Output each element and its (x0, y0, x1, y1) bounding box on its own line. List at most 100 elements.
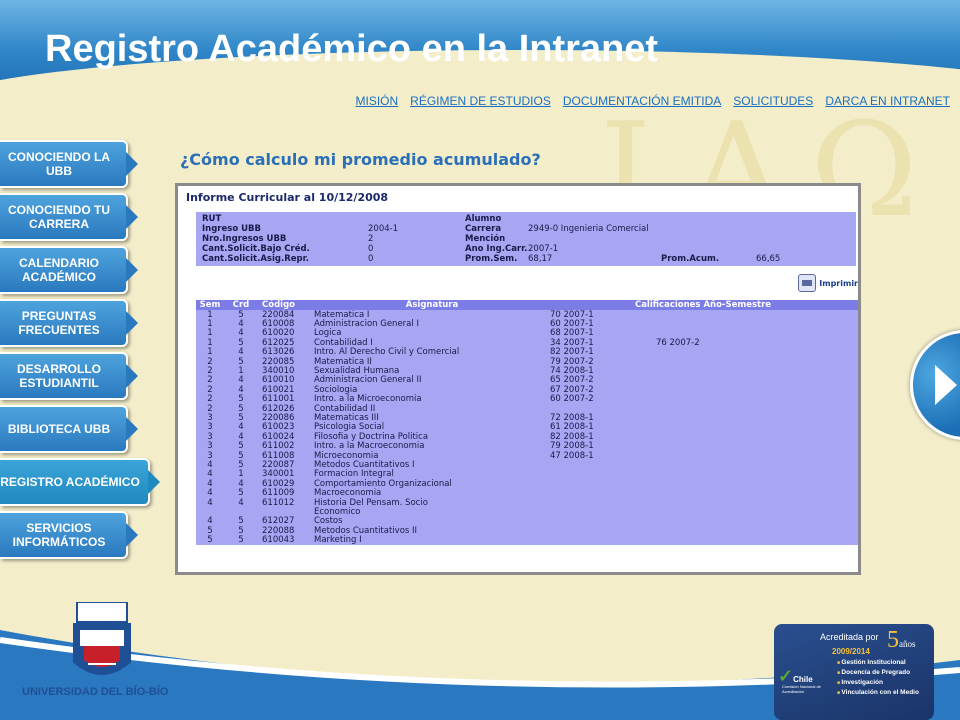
sidebar-item-label: CALENDARIO ACADÉMICO (19, 256, 99, 284)
info-cell: Mención (465, 234, 506, 244)
table-cell: 76 2007-2 (656, 337, 700, 348)
table-row: 2 5 611001 Intro. a la Microeconomia 60 2007… (196, 394, 858, 405)
accreditation-area: Investigación (837, 678, 919, 688)
sidebar-item-registro-academico[interactable]: REGISTRO ACADÉMICO (0, 458, 160, 506)
info-cell: Ano Ing.Carr. (465, 244, 528, 254)
accreditation-areas: Gestión Institucional Docencia de Pregra… (837, 658, 919, 698)
accreditation-period: 2009/2014 (832, 647, 870, 656)
info-cell: Alumno (465, 214, 502, 224)
print-label: Imprimir (819, 278, 858, 288)
check-icon: ✓ (778, 666, 794, 686)
table-cell: 4 (207, 497, 213, 508)
table-cell: 60 2007-2 (550, 394, 594, 405)
table-row: 5 5 220088 Metodos Cuantitativos II (196, 526, 858, 536)
nav-link-documentacion-emitida[interactable]: DOCUMENTACIÓN EMITIDA (563, 94, 721, 108)
info-cell: 66,65 (756, 254, 781, 264)
column-header-calificaciones: Calificaciones Año-Semestre (634, 300, 772, 310)
table-row: 3 5 220086 Matematicas III 72 2008-1 (196, 413, 858, 423)
info-cell: Prom.Acum. (661, 254, 720, 264)
table-row: 4 5 611009 Macroeconomia (196, 488, 858, 498)
accreditation-area: Gestión Institucional (837, 658, 919, 668)
table-cell: Marketing I (314, 535, 362, 546)
column-header-codigo: Código (262, 300, 295, 310)
info-row: Ingreso UBB 2004-1 Carrera 2949-0 Ingenieri… (202, 224, 850, 234)
table-cell: 5 (207, 535, 213, 546)
info-cell: Ingreso UBB (202, 224, 261, 234)
accreditation-top: Acreditada por (820, 632, 879, 642)
table-row: 4 1 340001 Formacion Integral (196, 469, 858, 479)
sidebar-item-desarrollo[interactable]: DESARROLLO ESTUDIANTIL (0, 352, 138, 400)
info-cell: 2949-0 Ingenieria Comercial (528, 224, 649, 234)
nav-link-regimen-estudios[interactable]: RÉGIMEN DE ESTUDIOS (410, 94, 551, 108)
info-cell: Nro.Ingresos UBB (202, 234, 287, 244)
accreditation-years-unit: años (899, 639, 916, 649)
info-row: Nro.Ingresos UBB 2 Mención (202, 234, 850, 244)
table-cell: 4 (238, 497, 244, 508)
table-row: 3 4 610024 Filosofia y Doctrina Politica 82 … (196, 432, 858, 442)
accreditation-years-number: 5 (887, 627, 899, 653)
info-cell: 2 (368, 234, 374, 244)
table-cell: 610043 (262, 535, 295, 546)
grades-table-body: 1 5 220084 Matematica I 70 2007-1 1 4 610008 Adm… (196, 310, 858, 545)
sidebar-item-biblioteca[interactable]: BIBLIOTECA UBB (0, 405, 138, 453)
table-row: 1 4 613026 Intro. Al Derecho Civil y Comerc… (196, 347, 858, 357)
university-name: UNIVERSIDAD DEL BÍO-BÍO (22, 686, 169, 698)
accreditation-badge: Acreditada por 5años 2009/2014 ✓Chile Co… (774, 624, 934, 720)
sidebar-item-label: CONOCIENDO TU CARRERA (8, 203, 110, 231)
next-page-button[interactable] (910, 330, 960, 440)
table-row: 3 5 611008 Microeconomia 47 2008-1 (196, 450, 858, 461)
table-row: 1 4 610020 Logica 68 2007-1 (196, 328, 858, 338)
table-row: 4 5 220087 Metodos Cuantitativos I (196, 460, 858, 470)
accreditation-area: Vinculación con el Medio (837, 688, 919, 698)
sidebar-item-label: DESARROLLO ESTUDIANTIL (17, 362, 101, 390)
top-navigation: MISIÓN RÉGIMEN DE ESTUDIOS DOCUMENTACIÓN… (355, 94, 950, 108)
page-title: Registro Académico en la Intranet (45, 28, 659, 70)
print-button[interactable]: Imprimir (798, 274, 858, 292)
info-cell: Cant.Solicit.Asig.Repr. (202, 254, 309, 264)
grades-table: Sem Crd Código Asignatura Calificaciones… (196, 300, 858, 545)
sidebar-item-preguntas[interactable]: PREGUNTAS FRECUENTES (0, 299, 138, 347)
table-row: 3 4 610023 Psicologia Social 61 2008-1 (196, 422, 858, 432)
table-row: 2 4 610021 Sociologia 67 2007-2 (196, 385, 858, 395)
nav-link-solicitudes[interactable]: SOLICITUDES (733, 94, 813, 108)
grades-table-header: Sem Crd Código Asignatura Calificaciones… (196, 300, 858, 310)
sidebar-item-label: CONOCIENDO LA UBB (8, 150, 110, 178)
column-header-sem: Sem (199, 300, 221, 310)
table-row: 3 5 611002 Intro. a la Macroeconomia 79 2008… (196, 441, 858, 451)
table-row: 4 5 612027 Costos (196, 516, 858, 526)
column-header-asignatura: Asignatura (405, 300, 459, 310)
sidebar-item-label: BIBLIOTECA UBB (7, 422, 111, 436)
sidebar-item-label: PREGUNTAS FRECUENTES (18, 309, 100, 337)
table-row: 2 5 612026 Contabilidad II (196, 404, 858, 414)
sidebar-item-label: REGISTRO ACADÉMICO (0, 475, 140, 489)
header-banner: Registro Académico en la Intranet (0, 0, 960, 92)
student-info-box: RUT Alumno Ingreso UBB 2004-1 Carrera 2949-0 … (196, 212, 856, 266)
table-cell: 611012 (262, 497, 295, 508)
sidebar-item-calendario[interactable]: CALENDARIO ACADÉMICO (0, 246, 138, 294)
info-cell: 68,17 (528, 254, 553, 264)
section-subtitle: ¿Cómo calculo mi promedio acumulado? (180, 150, 541, 169)
table-cell: 5 (238, 535, 244, 546)
info-cell: 2007-1 (528, 244, 559, 254)
accreditation-country-label: Chile (793, 675, 813, 684)
sidebar-item-conociendo-ubb[interactable]: CONOCIENDO LA UBB (0, 140, 138, 188)
sidebar-item-conociendo-carrera[interactable]: CONOCIENDO TU CARRERA (0, 193, 138, 241)
info-cell: Prom.Sem. (465, 254, 518, 264)
sidebar-item-servicios-informaticos[interactable]: SERVICIOS INFORMÁTICOS (0, 511, 138, 559)
info-cell: Cant.Solicit.Bajo Créd. (202, 244, 310, 254)
table-row: 4 4 611012 Historia Del Pensam. Socio (196, 497, 858, 508)
info-row: RUT Alumno (202, 214, 850, 224)
table-cell: 47 2008-1 (550, 450, 594, 461)
curricular-report: Informe Curricular al 10/12/2008 RUT Alum… (175, 183, 861, 575)
table-row: Economico (196, 507, 858, 517)
table-row: 5 5 610043 Marketing I (196, 535, 858, 546)
info-row: Cant.Solicit.Bajo Créd. 0 Ano Ing.Carr. 200… (202, 244, 850, 254)
accreditation-agency: Comisión Nacional de Acreditación (782, 684, 821, 694)
sidebar-item-label: SERVICIOS INFORMÁTICOS (12, 521, 106, 549)
accreditation-area: Docencia de Pregrado (837, 668, 919, 678)
table-row: 1 4 610008 Administracion General I 60 2007-… (196, 319, 858, 329)
report-title: Informe Curricular al 10/12/2008 (186, 191, 389, 204)
nav-link-mision[interactable]: MISIÓN (355, 94, 398, 108)
nav-link-darca-intranet[interactable]: DARCA EN INTRANET (825, 94, 950, 108)
column-header-crd: Crd (232, 300, 250, 310)
